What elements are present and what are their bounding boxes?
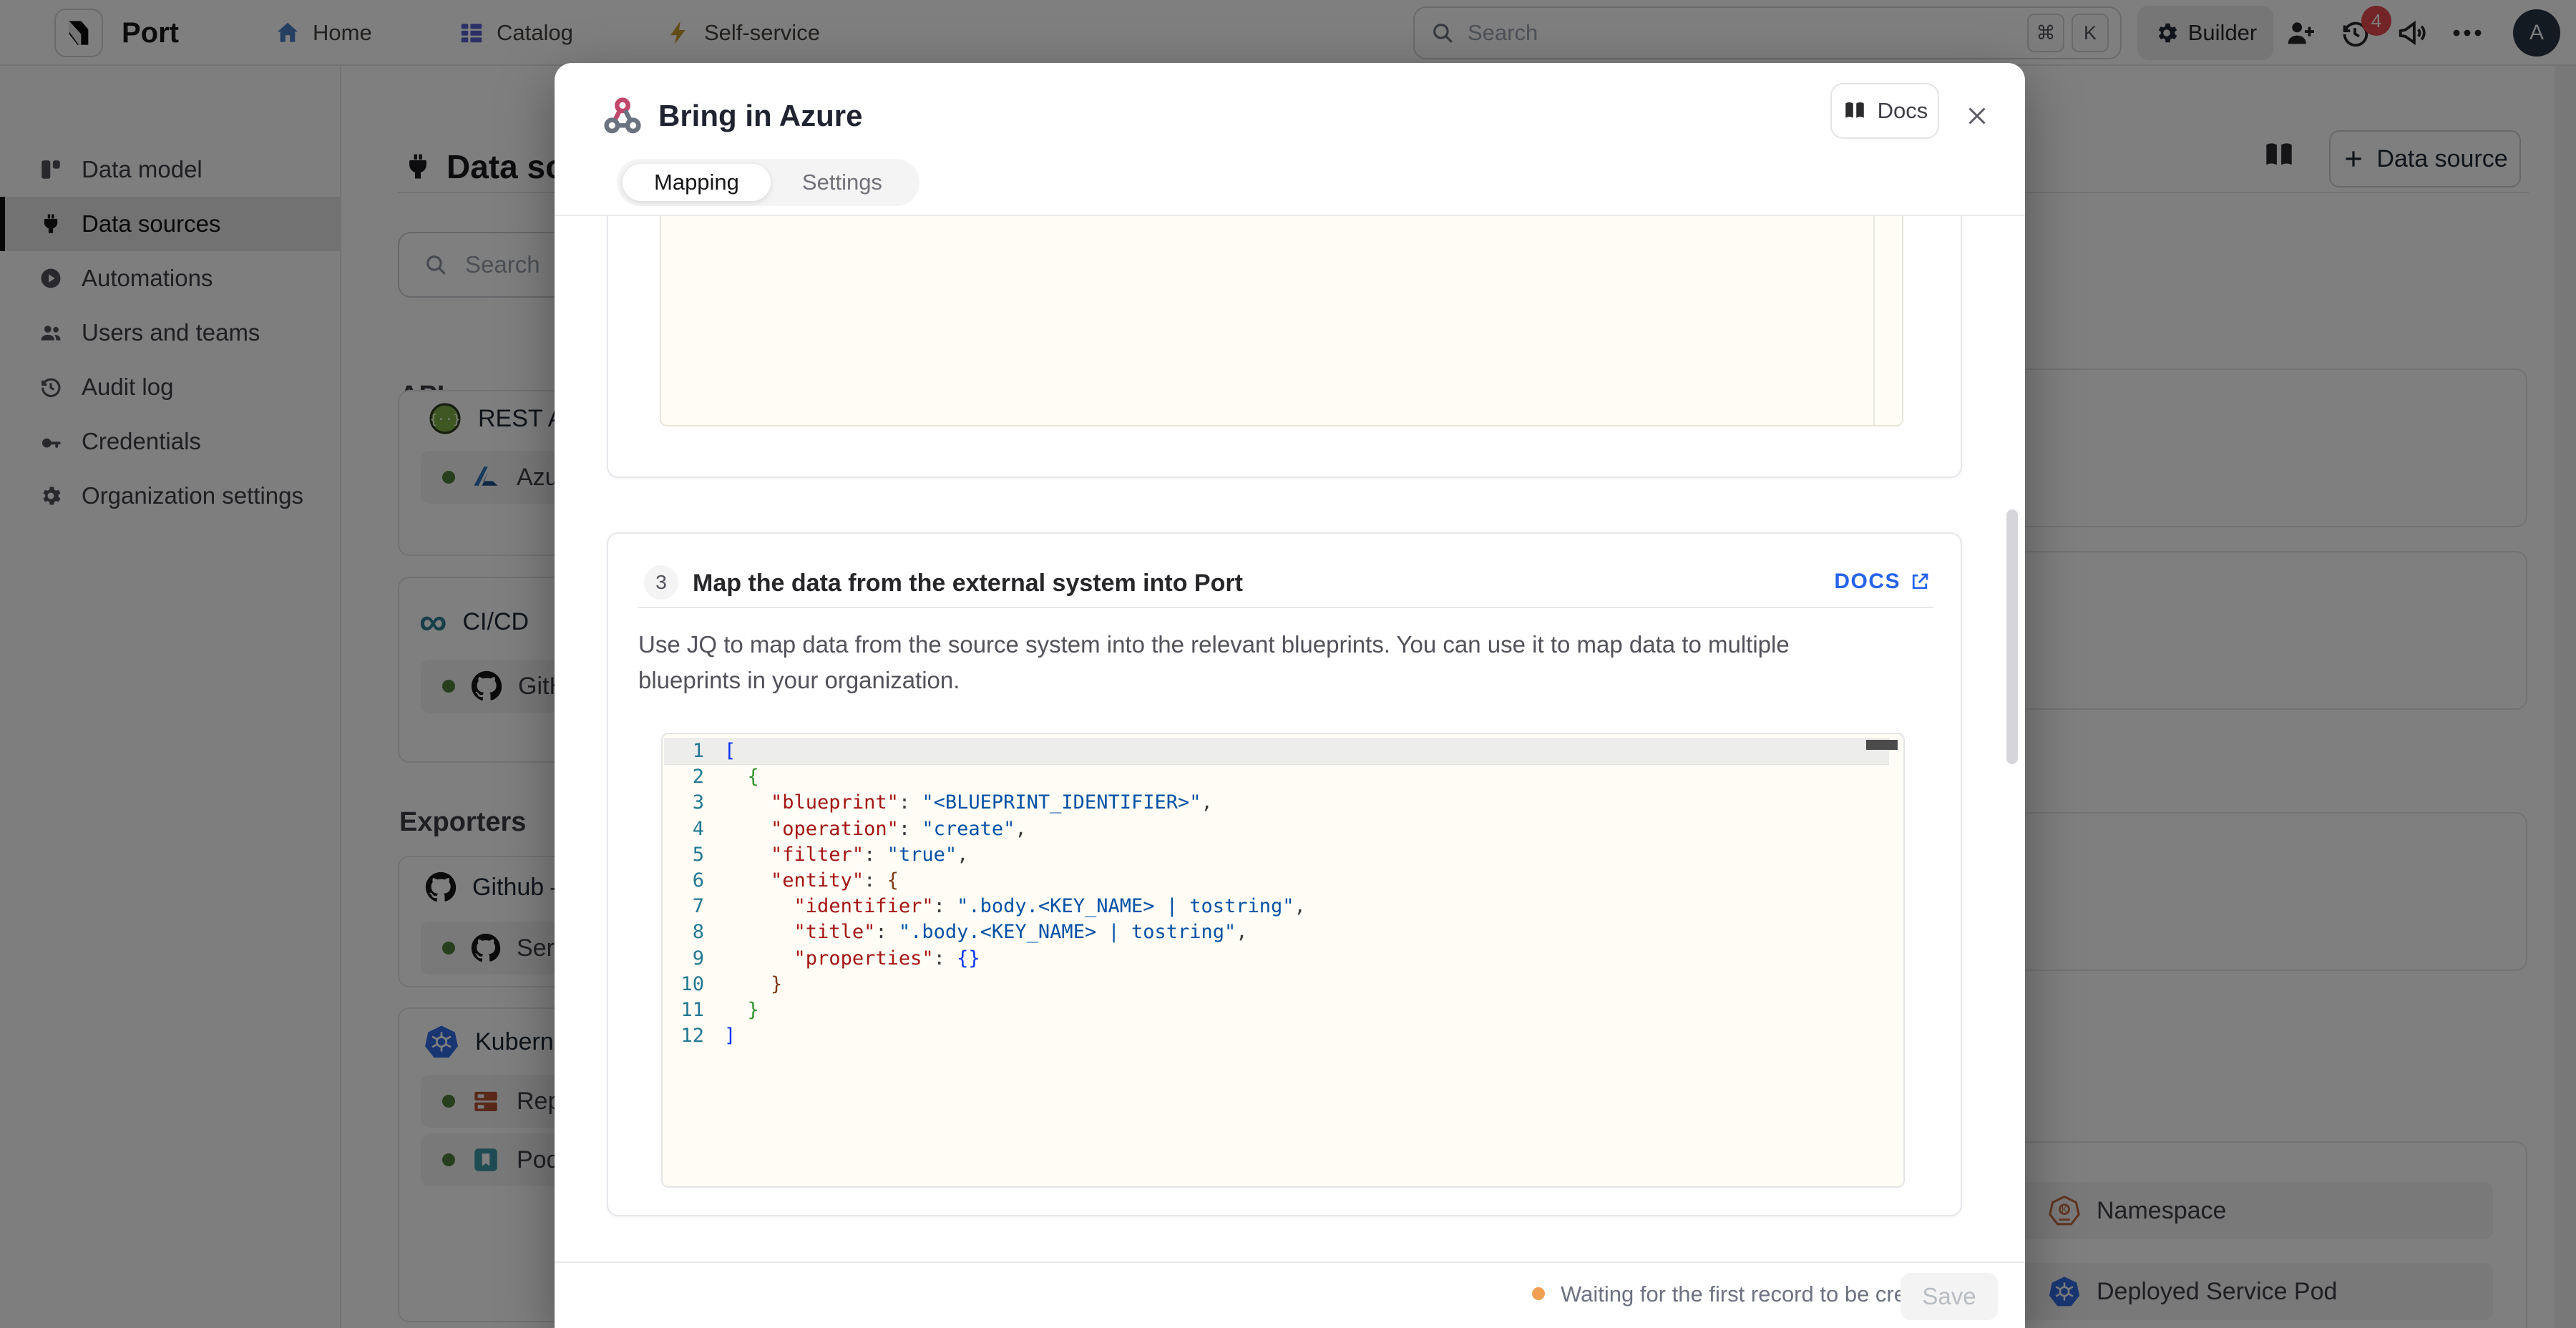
line-content: "properties": {} [724, 946, 980, 972]
line-number: 11 [663, 997, 724, 1023]
previous-code-editor[interactable] [660, 216, 1903, 426]
code-line: 6 "entity": { [663, 868, 1903, 894]
code-line: 7 "identifier": ".body.<KEY_NAME> | tost… [663, 894, 1903, 919]
editor-scroll-track [1873, 216, 1875, 425]
line-number: 5 [663, 842, 724, 868]
modal-tabs: Mapping Settings [617, 159, 919, 206]
line-number: 1 [663, 738, 724, 764]
line-number: 2 [663, 764, 724, 790]
code-line: 12] [663, 1023, 1903, 1049]
docs-button[interactable]: Docs [1830, 83, 1939, 139]
line-content: "blueprint": "<BLUEPRINT_IDENTIFIER>", [724, 790, 1213, 816]
line-number: 12 [663, 1023, 724, 1049]
modal-scrollbar-thumb[interactable] [2006, 509, 2018, 764]
code-line: 2 { [663, 764, 1903, 790]
step-3-card: 3 Map the data from the external system … [607, 532, 1962, 1216]
footer-status-text: Waiting for the first record to be creat… [1561, 1281, 1949, 1307]
line-content: } [724, 997, 759, 1023]
line-content: "operation": "create", [724, 816, 1027, 842]
save-button[interactable]: Save [1901, 1273, 1998, 1320]
line-content: } [724, 972, 782, 997]
code-line: 10 } [663, 972, 1903, 997]
webhook-icon [600, 93, 645, 139]
step-heading: Map the data from the external system in… [693, 570, 1243, 597]
modal-scroll-area: 3 Map the data from the external system … [555, 216, 2025, 1261]
line-number: 9 [663, 946, 724, 972]
code-line: 5 "filter": "true", [663, 842, 1903, 868]
screen: Port Home Catalog Self-service ⌘ K Build… [0, 0, 2576, 1328]
code-lines: 1[2 {3 "blueprint": "<BLUEPRINT_IDENTIFI… [663, 738, 1903, 1049]
line-content: ] [724, 1023, 736, 1049]
jq-mapping-editor[interactable]: 1[2 {3 "blueprint": "<BLUEPRINT_IDENTIFI… [661, 733, 1905, 1188]
code-line: 9 "properties": {} [663, 946, 1903, 972]
line-content: "identifier": ".body.<KEY_NAME> | tostri… [724, 894, 1306, 919]
line-content: "title": ".body.<KEY_NAME> | tostring", [724, 919, 1248, 945]
docs-button-label: Docs [1878, 98, 1928, 124]
step-divider [638, 607, 1933, 608]
code-line: 3 "blueprint": "<BLUEPRINT_IDENTIFIER>", [663, 790, 1903, 816]
line-number: 8 [663, 919, 724, 945]
code-line: 8 "title": ".body.<KEY_NAME> | tostring"… [663, 919, 1903, 945]
status-dot-orange [1532, 1287, 1545, 1300]
docs-link-label: DOCS [1834, 570, 1901, 594]
modal-footer: Waiting for the first record to be creat… [555, 1261, 2025, 1328]
step-docs-link[interactable]: DOCS [1834, 570, 1931, 594]
tab-mapping[interactable]: Mapping [623, 164, 771, 201]
code-line: 4 "operation": "create", [663, 816, 1903, 842]
code-line: 1[ [663, 738, 1903, 764]
line-number: 10 [663, 972, 724, 997]
code-line: 11 } [663, 997, 1903, 1023]
bring-in-azure-modal: Bring in Azure Docs Mapping Settings 3 M… [555, 63, 2025, 1328]
line-content: { [724, 764, 759, 790]
line-content: [ [724, 738, 736, 764]
line-number: 4 [663, 816, 724, 842]
line-number: 7 [663, 894, 724, 919]
tab-settings[interactable]: Settings [771, 164, 914, 201]
modal-title: Bring in Azure [658, 92, 862, 140]
book-icon [1842, 98, 1868, 124]
step-description: Use JQ to map data from the source syste… [638, 627, 1898, 698]
close-icon[interactable] [1963, 102, 1991, 130]
line-number: 6 [663, 868, 724, 894]
line-number: 3 [663, 790, 724, 816]
line-content: "filter": "true", [724, 842, 968, 868]
external-link-icon [1909, 571, 1931, 592]
step-number: 3 [644, 565, 678, 600]
line-content: "entity": { [724, 868, 899, 894]
